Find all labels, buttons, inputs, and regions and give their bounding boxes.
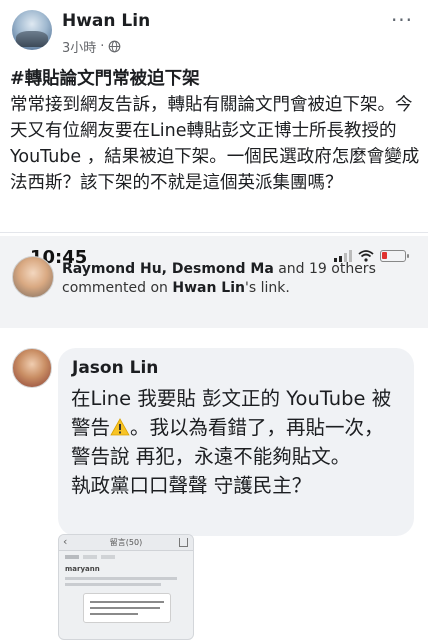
post-body: 常常接到網友告訴，轉貼有關論文門會被迫下架。今天又有位網友要在Line轉貼彭文正… <box>10 95 420 193</box>
meta-separator: · <box>100 39 105 54</box>
comment-author: Jason Lin <box>72 358 159 378</box>
attached-warning-toast <box>83 593 171 623</box>
attached-line <box>65 577 177 580</box>
notification-card: 10:45 Raymond Hu, Desmond Ma and 19 othe… <box>0 236 428 328</box>
notification-owner: Hwan Lin <box>172 280 245 296</box>
comment-avatar <box>12 348 52 388</box>
notification-avatar <box>12 256 54 298</box>
more-options-button[interactable]: ··· <box>388 10 416 32</box>
post-header: Hwan Lin 3小時 · ··· <box>0 0 428 62</box>
post-text: #轉貼論文門常被迫下架 常常接到網友告訴，轉貼有關論文門會被迫下架。今天又有位網… <box>10 66 420 196</box>
author-avatar[interactable] <box>12 10 52 50</box>
notification-line2: commented on Hwan Lin's link. <box>62 280 290 296</box>
home-icon <box>179 538 188 547</box>
attached-topbar: ‹ 留言(50) <box>59 535 193 551</box>
comment-bubble: Jason Lin 在Line 我要貼 彭文正的 YouTube 被警告 。我以為… <box>58 348 414 536</box>
notification-suffix: 's link. <box>244 280 290 296</box>
post-meta: 3小時 · <box>62 37 121 56</box>
attached-tabs <box>65 554 115 561</box>
attached-title: 留言(50) <box>109 538 143 547</box>
comment-text-part3: 執政黨口口聲聲 守護民主？ <box>71 474 312 497</box>
attached-user: maryann <box>65 565 100 573</box>
globe-icon <box>109 40 121 53</box>
battery-icon <box>380 250 409 262</box>
embedded-screenshot: 10:45 Raymond Hu, Desmond Ma and 19 othe… <box>0 236 428 640</box>
notification-prefix: commented on <box>62 280 173 296</box>
post-time[interactable]: 3小時 <box>62 37 96 56</box>
notification-names: Raymond Hu, Desmond Ma <box>62 261 274 277</box>
notification-line1: Raymond Hu, Desmond Ma and 19 others <box>62 261 376 277</box>
warning-icon <box>110 418 130 436</box>
post-hashtag[interactable]: #轉貼論文門常被迫下架 <box>10 66 420 92</box>
comment-text: 在Line 我要貼 彭文正的 YouTube 被警告 。我以為看錯了，再貼一次，警… <box>71 384 403 500</box>
notification-others: and 19 others <box>273 261 376 277</box>
attached-line <box>65 583 161 586</box>
author-name[interactable]: Hwan Lin <box>62 11 150 31</box>
attached-screenshot: ‹ 留言(50) maryann <box>58 534 194 640</box>
divider <box>0 232 428 233</box>
